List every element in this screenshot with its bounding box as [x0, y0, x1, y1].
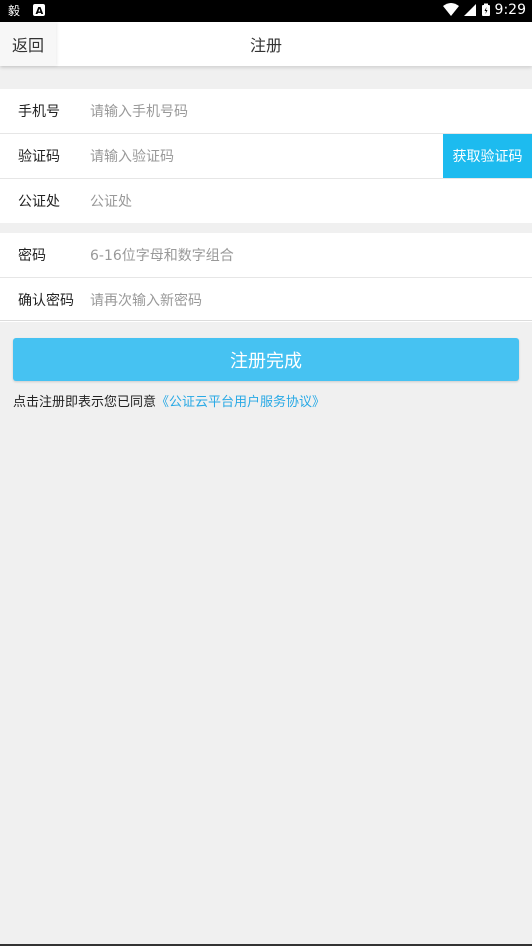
agreement-link[interactable]: 《公证云平台用户服务协议》: [156, 395, 325, 410]
page-title: 注册: [249, 36, 282, 55]
signal-icon: [463, 4, 476, 16]
code-row: 验证码 请输入验证码 获取验证码: [0, 134, 532, 179]
svg-text:A: A: [36, 6, 44, 17]
status-bar: 毅 A 9:29: [0, 0, 532, 22]
password-group: 密码 6-16位字母和数字组合 确认密码 请再次输入新密码: [0, 233, 532, 322]
phone-label: 手机号: [18, 104, 60, 120]
phone-placeholder: 请输入手机号码: [90, 104, 188, 120]
notary-select[interactable]: 公证处: [90, 191, 532, 211]
font-icon: A: [33, 4, 45, 17]
notary-placeholder: 公证处: [90, 194, 132, 210]
phone-row: 手机号 请输入手机号码: [0, 89, 532, 134]
notification-app-icon: 毅: [8, 3, 20, 17]
notary-label: 公证处: [18, 194, 60, 210]
confirm-password-row: 确认密码 请再次输入新密码: [0, 278, 532, 322]
confirm-password-placeholder: 请再次输入新密码: [90, 293, 202, 309]
app-bar: 注册 返回: [0, 22, 532, 66]
code-placeholder: 请输入验证码: [90, 149, 174, 165]
status-time: 9:29: [494, 2, 526, 18]
confirm-password-input[interactable]: 请再次输入新密码: [90, 290, 532, 310]
notary-row: 公证处 公证处: [0, 179, 532, 223]
password-input[interactable]: 6-16位字母和数字组合: [90, 245, 532, 265]
agreement-prefix: 点击注册即表示您已同意: [13, 395, 157, 410]
register-complete-button[interactable]: 注册完成: [13, 338, 519, 381]
password-row: 密码 6-16位字母和数字组合: [0, 233, 532, 278]
account-info-group: 手机号 请输入手机号码 验证码 请输入验证码 获取验证码 公证处 公证处: [0, 89, 532, 223]
agreement-text: 点击注册即表示您已同意《公证云平台用户服务协议》: [13, 391, 325, 410]
password-placeholder: 6-16位字母和数字组合: [90, 248, 234, 264]
back-button[interactable]: 返回: [0, 22, 56, 66]
code-label: 验证码: [18, 149, 60, 165]
svg-text:毅: 毅: [8, 3, 20, 17]
divider: [0, 320, 532, 321]
password-label: 密码: [18, 248, 46, 264]
phone-input[interactable]: 请输入手机号码: [90, 101, 532, 121]
wifi-icon: [442, 3, 459, 16]
battery-icon: [481, 3, 490, 16]
confirm-password-label: 确认密码: [18, 293, 74, 309]
get-code-button[interactable]: 获取验证码: [443, 134, 532, 178]
